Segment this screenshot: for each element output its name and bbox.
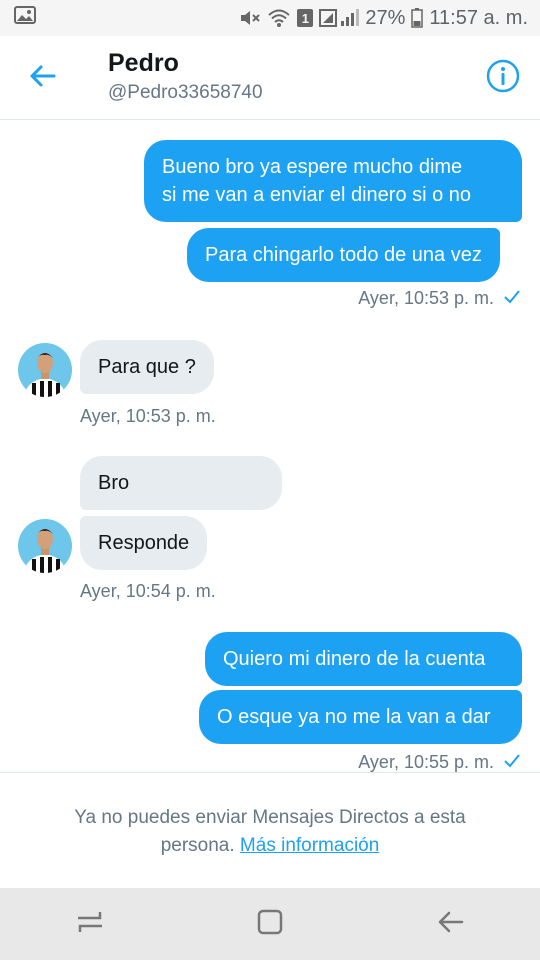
timestamp-text: Ayer, 10:55 p. m. [358, 752, 494, 772]
message-timestamp: Ayer, 10:54 p. m. [80, 581, 216, 602]
message-text: Para que ? [98, 356, 196, 378]
image-icon [14, 6, 36, 30]
battery-icon [411, 8, 424, 28]
recent-apps-button[interactable] [60, 894, 120, 954]
checkmark-icon [504, 288, 520, 309]
message-text: Responde [98, 532, 190, 554]
timestamp-text: Ayer, 10:54 p. m. [80, 581, 216, 601]
more-info-link[interactable]: Más información [240, 835, 379, 856]
home-button[interactable] [240, 894, 300, 954]
info-icon [486, 59, 520, 98]
outgoing-message[interactable]: Para chingarlo todo de una vez [187, 228, 500, 282]
incoming-message[interactable]: Responde [80, 516, 208, 570]
notice-line: persona. Más información [40, 832, 500, 860]
status-bar: 1 27% 11:57 a. m. [0, 0, 540, 36]
cannot-message-notice: Ya no puedes enviar Mensajes Directos a … [0, 790, 540, 888]
recent-apps-icon [76, 909, 104, 940]
avatar[interactable] [18, 519, 72, 573]
mute-icon [239, 8, 261, 28]
battery-percent: 27% [365, 6, 406, 29]
message-text: Bro [98, 472, 130, 494]
clock: 11:57 a. m. [429, 6, 528, 29]
message-timestamp: Ayer, 10:53 p. m. [80, 406, 216, 427]
message-text: O esque ya no me la van a dar [217, 706, 491, 728]
message-text: Para chingarlo todo de una vez [205, 244, 482, 266]
checkmark-icon [504, 752, 520, 773]
outgoing-message[interactable]: O esque ya no me la van a dar [199, 690, 522, 744]
contact-handle: @Pedro33658740 [108, 82, 263, 103]
info-button[interactable] [484, 59, 522, 97]
back-icon [436, 910, 464, 939]
message-text-line: Bueno bro ya espere mucho dime [162, 156, 463, 178]
notice-text: persona. [160, 835, 235, 856]
signal-icon [319, 8, 360, 28]
message-timestamp: Ayer, 10:55 p. m. [358, 752, 520, 773]
conversation-header: Pedro @Pedro33658740 [0, 36, 540, 120]
divider [0, 772, 540, 773]
incoming-message[interactable]: Para que ? [80, 340, 214, 394]
outgoing-message[interactable]: Bueno bro ya espere mucho dime si me van… [144, 140, 522, 222]
wifi-icon [267, 8, 291, 28]
system-back-button[interactable] [420, 894, 480, 954]
timestamp-text: Ayer, 10:53 p. m. [80, 406, 216, 426]
sim-badge-icon: 1 [297, 9, 314, 27]
home-icon [256, 908, 284, 941]
outgoing-message[interactable]: Quiero mi dinero de la cuenta [205, 632, 522, 686]
message-text: Quiero mi dinero de la cuenta [223, 648, 486, 670]
message-list[interactable]: Bueno bro ya espere mucho dime si me van… [0, 121, 540, 773]
message-timestamp: Ayer, 10:53 p. m. [358, 288, 520, 309]
back-button[interactable] [22, 60, 62, 96]
message-text-line: si me van a enviar el dinero si o no [162, 184, 472, 206]
contact-name: Pedro [108, 49, 179, 77]
avatar[interactable] [18, 343, 72, 397]
incoming-message[interactable]: Bro [80, 456, 282, 510]
notice-line: Ya no puedes enviar Mensajes Directos a … [74, 807, 466, 828]
status-right: 1 27% 11:57 a. m. [239, 7, 528, 30]
header-title[interactable]: Pedro @Pedro33658740 [108, 48, 263, 106]
system-nav-bar [0, 888, 540, 960]
status-left [14, 6, 36, 30]
back-arrow-icon [28, 64, 56, 93]
timestamp-text: Ayer, 10:53 p. m. [358, 288, 494, 308]
